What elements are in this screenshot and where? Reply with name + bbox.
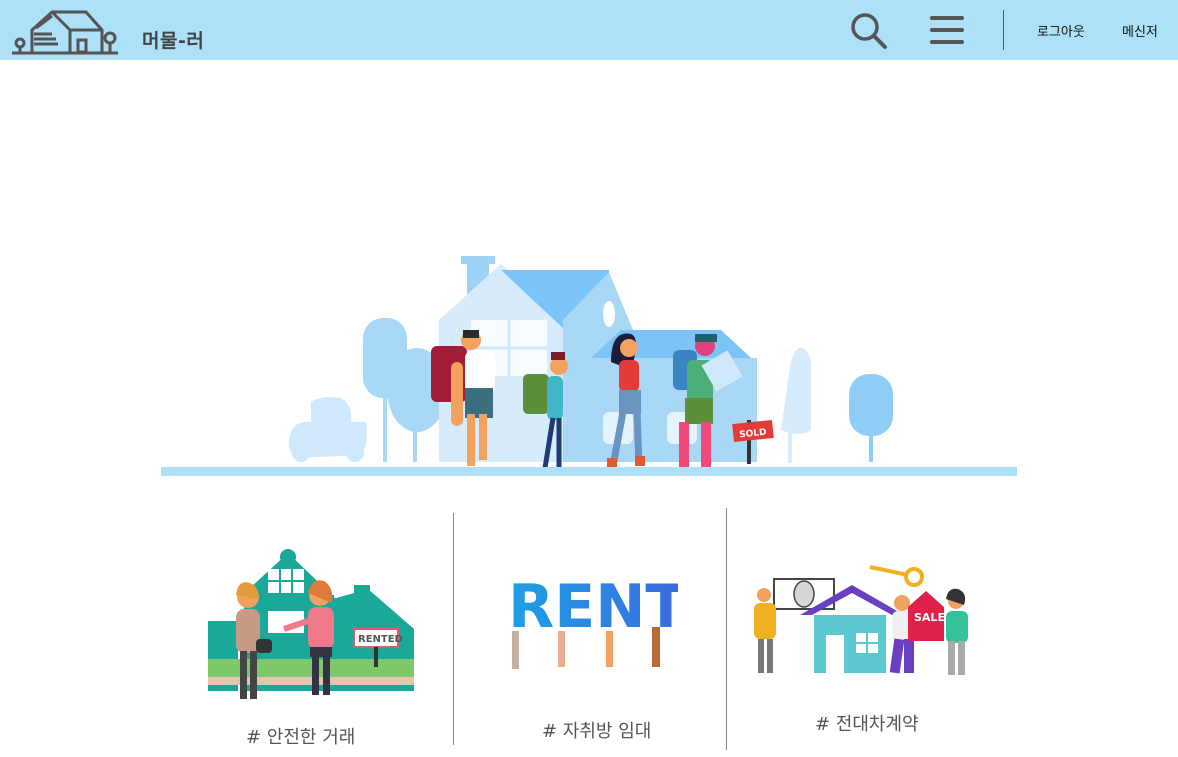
sublease-illustration: SALE	[754, 565, 968, 675]
card-divider-2	[726, 508, 727, 750]
top-navigation-bar: 머물-러 로그아웃 메신저	[0, 0, 1178, 60]
sale-sign-text: SALE	[914, 611, 945, 624]
card-caption-safe-trade[interactable]: # 안전한 거래	[246, 723, 355, 749]
rent-banner-illustration: RENT	[508, 575, 678, 669]
feature-card-sublease[interactable]: SALE # 전대차계약	[728, 505, 998, 755]
hero-illustration: SOLD	[288, 256, 893, 469]
card-caption-sublease[interactable]: # 전대차계약	[815, 710, 919, 736]
search-icon[interactable]	[848, 10, 888, 50]
hamburger-menu-icon[interactable]	[928, 12, 966, 48]
site-name[interactable]: 머물-러	[142, 26, 204, 53]
rented-sign-text: RENTED	[358, 634, 403, 645]
logout-link[interactable]: 로그아웃	[1037, 21, 1085, 40]
feature-card-safe-trade[interactable]: RENTED # 안전한 거래	[180, 505, 450, 755]
hero-ground-line	[161, 467, 1017, 476]
card-caption-room-rental[interactable]: # 자취방 임대	[542, 717, 651, 743]
messenger-link[interactable]: 메신저	[1122, 21, 1158, 40]
card-divider-1	[453, 513, 454, 745]
header-divider	[1003, 10, 1004, 50]
feature-card-room-rental[interactable]: RENT # 자취방 임대	[456, 505, 726, 755]
safe-trade-illustration: RENTED	[208, 549, 414, 699]
house-logo-icon[interactable]	[12, 8, 122, 56]
